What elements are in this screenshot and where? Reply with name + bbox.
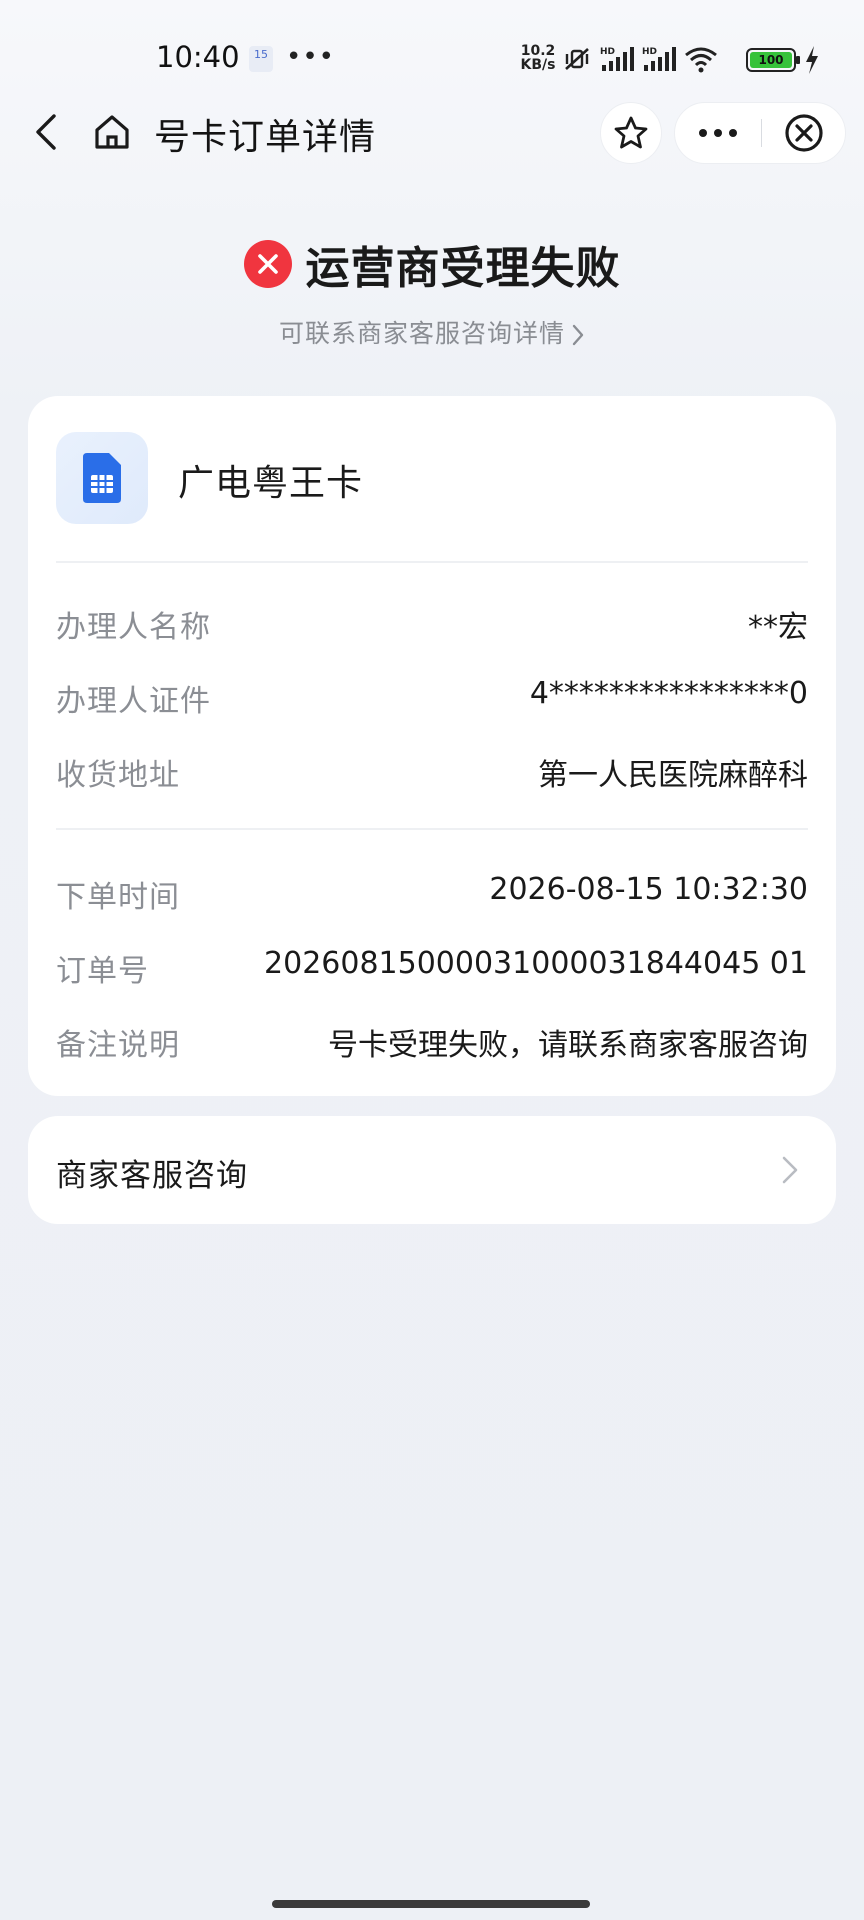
row-label: 办理人证件 (56, 684, 211, 719)
row-value: **宏 (748, 610, 808, 645)
home-button[interactable] (86, 106, 138, 158)
miniapp-capsule (674, 102, 846, 164)
merchant-service-label: 商家客服咨询 (56, 1158, 248, 1194)
network-speed-value: 10.2 (520, 43, 556, 59)
row-label: 收货地址 (56, 758, 180, 793)
fail-icon (243, 240, 292, 288)
divider (56, 561, 808, 563)
row-value: 2026-08-15 10:32:30 (489, 872, 808, 907)
close-button[interactable] (762, 103, 846, 163)
battery-icon: 100 (746, 48, 800, 72)
row-value: 第一人民医院麻醉科 (538, 758, 808, 793)
row-applicant-id: 办理人证件 4****************0 (56, 676, 808, 724)
calendar-icon: 15 (249, 46, 273, 72)
row-label: 备注说明 (56, 1028, 180, 1063)
favorite-button[interactable] (600, 102, 662, 164)
chevron-right-icon (572, 324, 584, 346)
more-button[interactable] (675, 103, 761, 163)
wifi-icon (685, 47, 717, 73)
product-icon-tile (56, 432, 148, 524)
status-time: 10:40 (156, 40, 240, 74)
signal-hd-1-icon: HD (600, 47, 634, 71)
status-icons: HD HD (562, 44, 718, 74)
row-order-time: 下单时间 2026-08-15 10:32:30 (56, 872, 808, 920)
row-address: 收货地址 第一人民医院麻醉科 (56, 750, 808, 798)
contact-merchant-text: 可联系商家客服咨询详情 (278, 319, 565, 348)
contact-merchant-link[interactable]: 可联系商家客服咨询详情 (0, 314, 864, 350)
row-value: 4****************0 (529, 676, 808, 711)
row-value: 号卡受理失败，请联系商家客服咨询 (328, 1028, 808, 1063)
status-bar: 10:40 15 ••• 10.2 KB/s HD HD 100 (0, 0, 864, 100)
row-label: 下单时间 (56, 880, 180, 915)
chevron-right-icon (782, 1156, 798, 1184)
signal-hd-2-icon: HD (642, 47, 676, 71)
order-detail-card: 广电粤王卡 办理人名称 **宏 办理人证件 4****************0… (28, 396, 836, 1096)
row-remark: 备注说明 号卡受理失败，请联系商家客服咨询 (56, 1020, 808, 1068)
row-value: 20260815000031000031844045 01 (264, 946, 808, 981)
merchant-service-row[interactable]: 商家客服咨询 (28, 1116, 836, 1224)
result-title: 运营商受理失败 (305, 243, 621, 294)
product-name: 广电粤王卡 (178, 463, 364, 504)
close-circle-icon (785, 114, 823, 152)
cross-icon (257, 254, 278, 274)
row-order-no: 订单号 20260815000031000031844045 01 (56, 946, 808, 994)
back-button[interactable] (20, 106, 72, 158)
home-icon (95, 115, 129, 149)
row-applicant-name: 办理人名称 **宏 (56, 602, 808, 650)
svg-text:HD: HD (600, 47, 615, 57)
network-speed-unit: KB/s (520, 57, 556, 73)
page-title: 号卡订单详情 (154, 117, 377, 158)
more-dots-icon (699, 129, 737, 137)
charging-icon (806, 46, 818, 74)
sim-card-icon (83, 453, 121, 503)
chevron-left-icon (36, 114, 56, 150)
home-indicator (272, 1900, 590, 1908)
row-label: 办理人名称 (56, 610, 211, 645)
result-header: 运营商受理失败 (0, 234, 864, 294)
divider (56, 828, 808, 830)
star-icon (614, 116, 648, 149)
network-speed: 10.2 KB/s (517, 44, 559, 72)
battery-level: 100 (750, 52, 792, 68)
vibrate-mute-icon (565, 48, 589, 70)
svg-text:HD: HD (642, 47, 657, 57)
nav-bar: 号卡订单详情 (0, 100, 864, 164)
row-label: 订单号 (56, 954, 149, 989)
more-notifications-icon: ••• (286, 42, 336, 72)
